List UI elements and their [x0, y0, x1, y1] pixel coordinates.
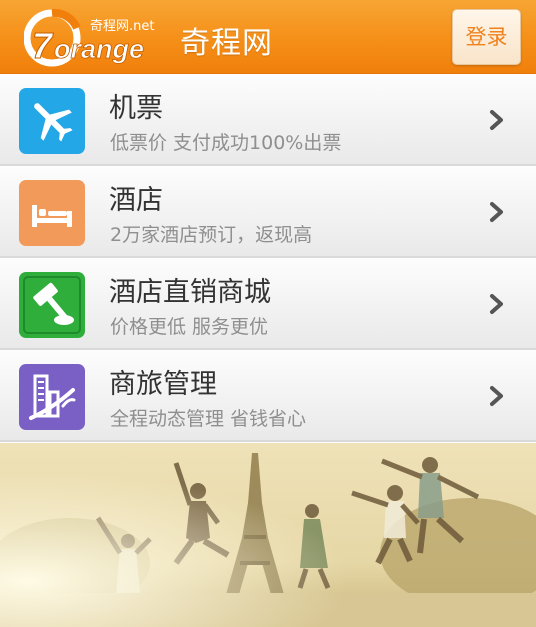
- menu-item-title: 酒店: [109, 185, 163, 216]
- menu-item-subtitle: 价格更低 服务更优: [110, 316, 269, 338]
- app-header: 7 orange 奇程网.net 奇程网 登录: [0, 0, 536, 74]
- menu-item-business-travel[interactable]: 商旅管理 全程动态管理 省钱省心: [0, 350, 536, 442]
- svg-text:orange: orange: [54, 34, 144, 64]
- menu-item-hotel[interactable]: 酒店 2万家酒店预订，返现高: [0, 166, 536, 258]
- gavel-icon: [19, 272, 85, 338]
- chevron-right-icon: [490, 110, 503, 130]
- site-logo[interactable]: 7 orange 奇程网.net: [24, 6, 174, 68]
- people-jumping-near-eiffel-tower-photo: [0, 443, 536, 627]
- menu-item-hotel-store[interactable]: 酒店直销商城 价格更低 服务更优: [0, 258, 536, 350]
- menu-item-title: 商旅管理: [109, 369, 217, 400]
- airplane-icon: [19, 88, 85, 154]
- login-button[interactable]: 登录: [452, 9, 521, 65]
- chevron-right-icon: [490, 386, 503, 406]
- svg-text:奇程网.net: 奇程网.net: [90, 18, 154, 34]
- chevron-right-icon: [490, 202, 503, 222]
- site-title: 奇程网: [180, 26, 273, 61]
- chevron-right-icon: [490, 294, 503, 314]
- menu-item-title: 机票: [109, 93, 163, 124]
- menu-item-subtitle: 2万家酒店预订，返现高: [110, 224, 313, 246]
- menu-item-subtitle: 低票价 支付成功100%出票: [110, 132, 342, 154]
- service-menu: 机票 低票价 支付成功100%出票 酒店 2万家酒店预订，返现高 酒店直销商城 …: [0, 74, 536, 442]
- menu-item-flights[interactable]: 机票 低票价 支付成功100%出票: [0, 74, 536, 166]
- menu-item-subtitle: 全程动态管理 省钱省心: [110, 408, 307, 430]
- bed-icon: [19, 180, 85, 246]
- menu-item-title: 酒店直销商城: [109, 277, 271, 308]
- promo-banner-photo[interactable]: [0, 443, 536, 627]
- svg-text:7: 7: [32, 25, 54, 66]
- building-icon: [19, 364, 85, 430]
